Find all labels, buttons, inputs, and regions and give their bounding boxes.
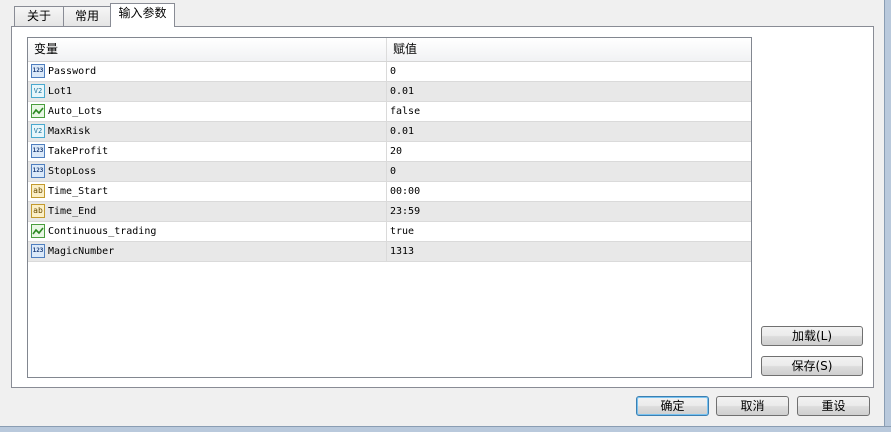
- table-row[interactable]: 123 Password 0: [28, 62, 751, 82]
- table-row[interactable]: ab Time_Start 00:00: [28, 182, 751, 202]
- variable-name: StopLoss: [48, 166, 97, 177]
- tab-general[interactable]: 常用: [63, 6, 111, 27]
- 123-integer-icon: 123: [31, 64, 45, 78]
- v2-double-icon: V2: [31, 84, 45, 98]
- variable-name: Time_End: [48, 206, 97, 217]
- variable-name: Continuous_trading: [48, 226, 157, 237]
- load-button[interactable]: 加载(L): [761, 326, 863, 346]
- table-row[interactable]: 123 MagicNumber 1313: [28, 242, 751, 262]
- inputs-tab-panel: 变量 赋值 123 Password 0 V2 Lot1 0.01 Auto_Lots fal…: [11, 26, 874, 388]
- variable-value[interactable]: 23:59: [390, 202, 420, 221]
- cell-divider: [386, 242, 387, 261]
- window-right-border: [884, 0, 891, 431]
- 123-integer-icon: 123: [31, 244, 45, 258]
- cell-divider: [386, 202, 387, 221]
- 123-integer-icon: 123: [31, 144, 45, 158]
- tab-about[interactable]: 关于: [14, 6, 64, 27]
- variable-name: Password: [48, 66, 97, 77]
- cell-divider: [386, 122, 387, 141]
- table-row[interactable]: Continuous_trading true: [28, 222, 751, 242]
- ok-button[interactable]: 确定: [636, 396, 709, 416]
- variable-value[interactable]: true: [390, 222, 414, 241]
- cell-divider: [386, 62, 387, 81]
- reset-button[interactable]: 重设: [797, 396, 870, 416]
- variable-name: Auto_Lots: [48, 106, 103, 117]
- variable-value[interactable]: 0.01: [390, 82, 414, 101]
- column-header-value[interactable]: 赋值: [393, 38, 417, 61]
- table-row[interactable]: ab Time_End 23:59: [28, 202, 751, 222]
- boolean-chart-icon: [31, 104, 45, 118]
- variable-value[interactable]: 0.01: [390, 122, 414, 141]
- variable-value[interactable]: 00:00: [390, 182, 420, 201]
- ab-string-icon: ab: [31, 184, 45, 198]
- cell-divider: [386, 142, 387, 161]
- 123-integer-icon: 123: [31, 164, 45, 178]
- cancel-button[interactable]: 取消: [716, 396, 789, 416]
- variable-name: MagicNumber: [48, 246, 115, 257]
- parameters-table: 变量 赋值 123 Password 0 V2 Lot1 0.01 Auto_Lots fal…: [27, 37, 752, 378]
- variable-name: TakeProfit: [48, 146, 109, 157]
- boolean-chart-icon: [31, 224, 45, 238]
- variable-value[interactable]: false: [390, 102, 420, 121]
- variable-value[interactable]: 0: [390, 62, 396, 81]
- column-header-variable[interactable]: 变量: [34, 38, 58, 61]
- variable-value[interactable]: 1313: [390, 242, 414, 261]
- table-row[interactable]: Auto_Lots false: [28, 102, 751, 122]
- table-row[interactable]: 123 StopLoss 0: [28, 162, 751, 182]
- v2-double-icon: V2: [31, 124, 45, 138]
- cell-divider: [386, 182, 387, 201]
- table-row[interactable]: V2 MaxRisk 0.01: [28, 122, 751, 142]
- table-row[interactable]: 123 TakeProfit 20: [28, 142, 751, 162]
- variable-name: MaxRisk: [48, 126, 91, 137]
- table-row[interactable]: V2 Lot1 0.01: [28, 82, 751, 102]
- save-button[interactable]: 保存(S): [761, 356, 863, 376]
- cell-divider: [386, 82, 387, 101]
- ab-string-icon: ab: [31, 204, 45, 218]
- variable-name: Time_Start: [48, 186, 109, 197]
- variable-name: Lot1: [48, 86, 73, 97]
- table-header: 变量 赋值: [28, 38, 751, 62]
- variable-value[interactable]: 0: [390, 162, 396, 181]
- tab-inputs[interactable]: 输入参数: [110, 3, 175, 27]
- cell-divider: [386, 222, 387, 241]
- window-bottom-border: [0, 426, 891, 432]
- variable-value[interactable]: 20: [390, 142, 402, 161]
- column-divider[interactable]: [386, 38, 387, 61]
- cell-divider: [386, 162, 387, 181]
- cell-divider: [386, 102, 387, 121]
